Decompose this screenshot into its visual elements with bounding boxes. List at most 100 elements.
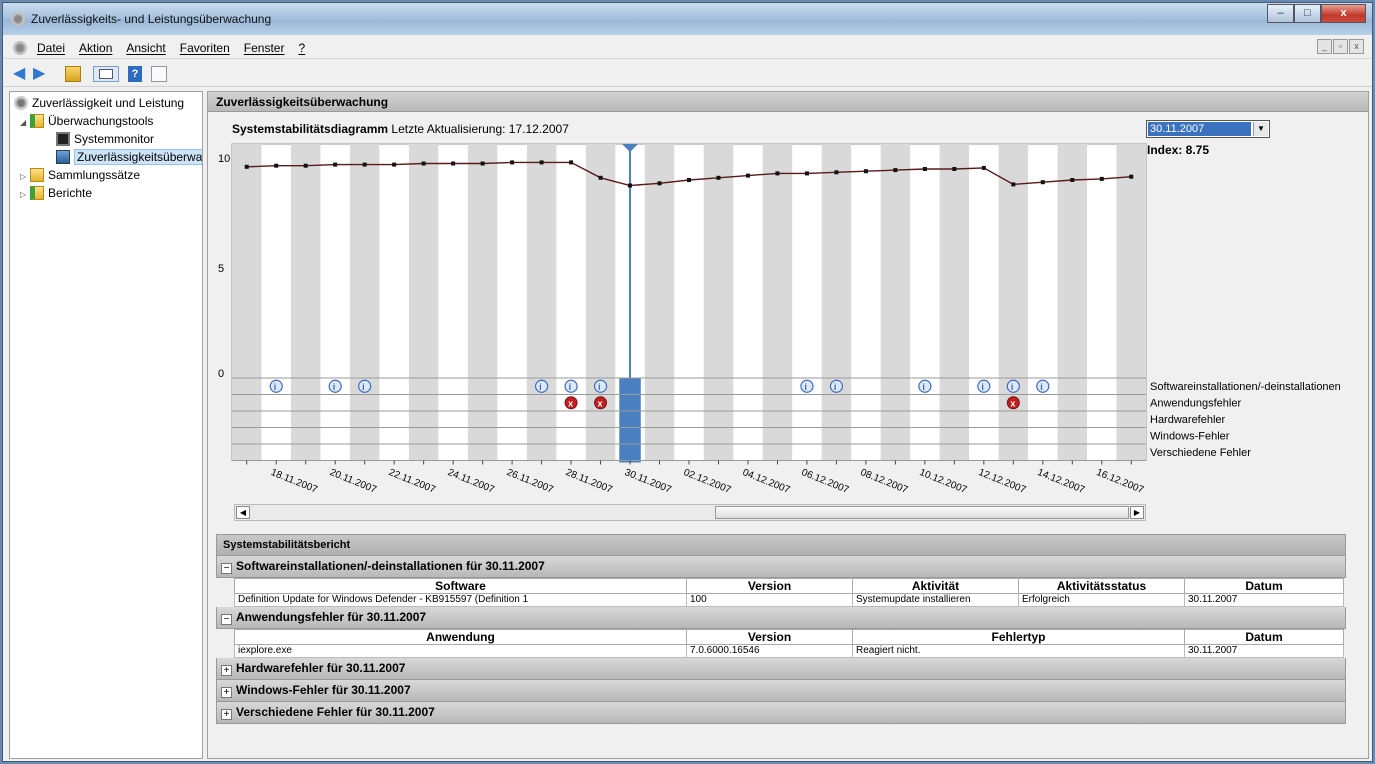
col-activity-status[interactable]: Aktivitätsstatus [1018,578,1185,594]
tree-item-root[interactable]: Zuverlässigkeit und Leistung [14,94,184,112]
mdi-minimize-button[interactable]: _ [1317,39,1332,54]
stability-point [539,160,544,165]
cell-date: 30.11.2007 [1184,593,1344,607]
cell-date: 30.11.2007 [1184,644,1344,658]
section-app-errors[interactable]: − Anwendungsfehler für 30.11.2007 [216,607,1346,629]
y-tick-label: 10 [218,153,230,165]
day-stripe [1057,144,1088,461]
scroll-left-button[interactable]: ◀ [236,506,250,519]
tree-item-monitoring-tools[interactable]: ◢ Überwachungstools [20,112,153,130]
day-stripe [526,144,557,461]
info-glyph: i [362,382,365,392]
help-icon[interactable]: ? [128,66,142,82]
menu-favoriten[interactable]: Favoriten [180,41,230,55]
expand-triangle-icon[interactable]: ▷ [20,186,30,204]
chevron-down-icon[interactable]: ▼ [1253,122,1268,136]
tree-item-system-monitor[interactable]: Systemmonitor [56,130,154,148]
section-software[interactable]: − Softwareinstallationen/-deinstallatione… [216,556,1346,578]
report-title: Systemstabilitätsbericht [216,534,1346,556]
close-button[interactable]: x [1321,4,1366,23]
software-table: Software Version Aktivität Aktivitätssta… [234,578,1344,607]
table-row[interactable]: iexplore.exe 7.0.6000.16546 Reagiert nic… [234,644,1344,658]
reliability-root-icon [14,96,28,110]
cell-version: 7.0.6000.16546 [686,644,853,658]
stability-chart[interactable]: Softwareinstallationen/-deinstallationen… [208,140,1368,504]
scroll-thumb[interactable] [715,506,1129,519]
scroll-right-button[interactable]: ▶ [1130,506,1144,519]
stability-point [480,161,485,166]
x-tick-label: 16.12.2007 [1095,467,1146,496]
menu-help[interactable]: ? [298,41,305,55]
folder-icon [30,114,44,128]
section-misc-errors[interactable]: + Verschiedene Fehler für 30.11.2007 [216,702,1346,724]
minimize-button[interactable]: – [1267,4,1294,23]
chart-scrollbar[interactable]: ◀ ▶ [234,504,1146,521]
menu-datei[interactable]: Datei [37,41,65,55]
info-glyph: i [539,382,542,392]
day-stripe [880,144,911,461]
app-window: Zuverlässigkeits- und Leistungsüberwachu… [2,2,1373,762]
menu-fenster[interactable]: Fenster [244,41,285,55]
col-date[interactable]: Datum [1184,629,1344,645]
up-folder-icon[interactable] [65,66,81,82]
section-windows-errors[interactable]: + Windows-Fehler für 30.11.2007 [216,680,1346,702]
cell-activity: Systemupdate installieren [852,593,1019,607]
stability-point [303,163,308,168]
x-tick-label: 04.12.2007 [741,467,792,496]
y-tick-label: 0 [218,368,224,380]
back-arrow-icon[interactable]: ◀ [13,66,27,82]
x-tick-label: 12.12.2007 [977,467,1028,496]
event-row-label: Verschiedene Fehler [1150,447,1251,459]
forward-arrow-icon[interactable]: ▶ [33,66,47,82]
x-tick-label: 06.12.2007 [800,467,851,496]
col-application[interactable]: Anwendung [234,629,687,645]
stability-point [1129,174,1134,179]
section-hardware-errors[interactable]: + Hardwarefehler für 30.11.2007 [216,658,1346,680]
x-tick-label: 30.11.2007 [623,467,673,496]
mmc-icon[interactable] [13,41,27,55]
col-date[interactable]: Datum [1184,578,1344,594]
day-stripe [232,144,262,461]
col-version[interactable]: Version [686,578,853,594]
col-version[interactable]: Version [686,629,853,645]
x-tick-label: 10.12.2007 [918,467,969,496]
expand-icon[interactable]: + [221,665,232,676]
show-tree-icon[interactable] [93,66,119,82]
cell-status: Erfolgreich [1018,593,1185,607]
col-error-type[interactable]: Fehlertyp [852,629,1185,645]
menu-aktion[interactable]: Aktion [79,41,112,55]
mdi-close-button[interactable]: x [1349,39,1364,54]
info-glyph: i [834,382,837,392]
mdi-controls: _ ▫ x [1317,39,1364,54]
day-stripe [349,144,380,461]
mdi-restore-button[interactable]: ▫ [1333,39,1348,54]
tree-item-reports[interactable]: ▷ Berichte [20,184,92,202]
title-bar[interactable]: Zuverlässigkeits- und Leistungsüberwachu… [3,3,1372,35]
app-errors-table: Anwendung Version Fehlertyp Datum iexplo… [234,629,1344,658]
tree-item-reliability-monitor[interactable]: Zuverlässigkeitsüberwa [56,148,202,166]
collapse-triangle-icon[interactable]: ◢ [20,114,30,132]
view-icon[interactable] [151,66,167,82]
col-software[interactable]: Software [234,578,687,594]
day-stripe [998,144,1029,461]
date-dropdown[interactable]: 30.11.2007 ▼ [1146,120,1270,138]
panel-header: Zuverlässigkeitsüberwachung [208,92,1368,112]
menu-ansicht[interactable]: Ansicht [126,41,165,55]
maximize-button[interactable]: □ [1294,4,1321,23]
stability-point [362,162,367,167]
stability-point [421,161,426,166]
cell-application: iexplore.exe [234,644,687,658]
tree-item-collector-sets[interactable]: ▷ Sammlungssätze [20,166,140,184]
stability-point [687,178,691,182]
expand-icon[interactable]: + [221,687,232,698]
info-glyph: i [1011,382,1014,392]
col-activity[interactable]: Aktivität [852,578,1019,594]
collapse-icon[interactable]: − [221,563,232,574]
stability-point [952,167,957,171]
expand-icon[interactable]: + [221,709,232,720]
day-stripe [939,144,970,461]
stability-point [451,161,456,166]
last-update-text: Letzte Aktualisierung: 17.12.2007 [391,122,569,136]
collapse-icon[interactable]: − [221,614,232,625]
table-row[interactable]: Definition Update for Windows Defender -… [234,593,1344,607]
